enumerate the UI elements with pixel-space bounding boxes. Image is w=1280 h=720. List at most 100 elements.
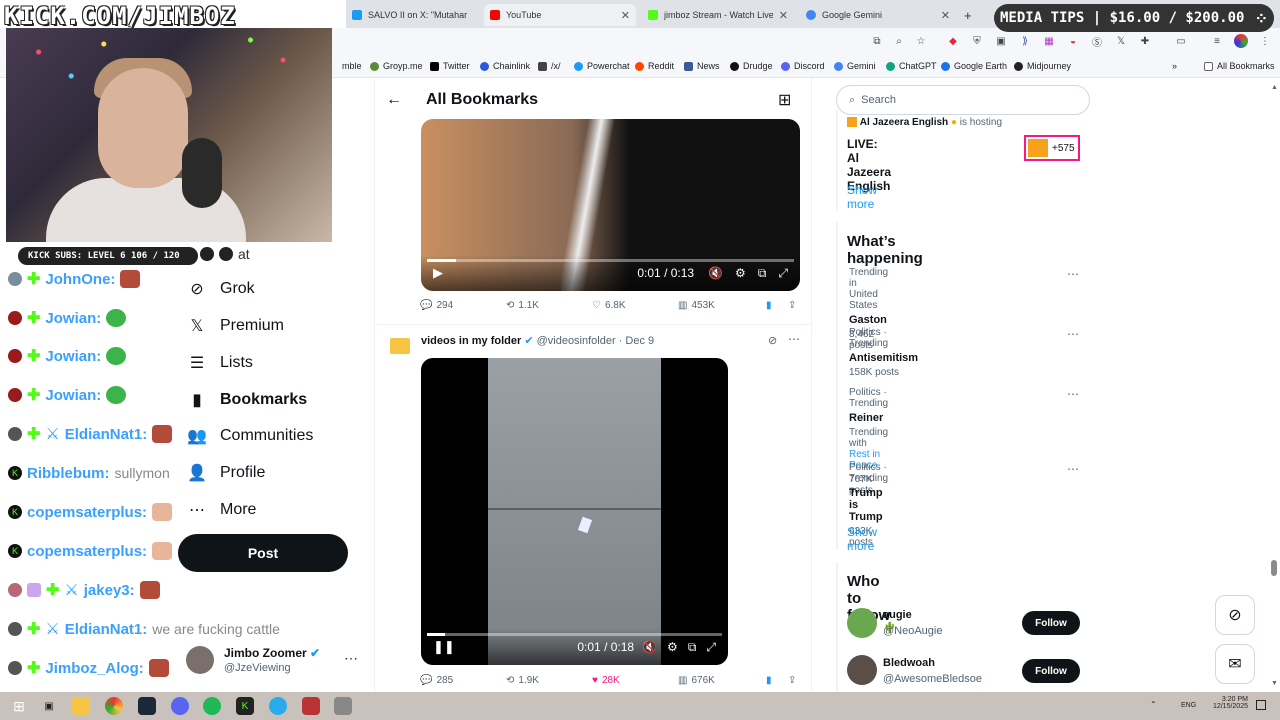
extension-icon[interactable]: ▣ xyxy=(994,34,1008,48)
avatar[interactable] xyxy=(847,655,877,685)
settings-icon[interactable]: ⚙ xyxy=(735,266,746,280)
kebab-menu-icon[interactable]: ⋯ xyxy=(344,650,358,667)
share-icon[interactable]: ⇪ xyxy=(788,300,796,311)
scrollbar-thumb[interactable] xyxy=(1271,560,1277,576)
like-button[interactable]: ♡ 6.8K xyxy=(592,300,626,311)
author-name[interactable]: videos in my folder xyxy=(421,335,521,347)
bookmark-button[interactable]: ▮ xyxy=(766,300,772,311)
zoom-icon[interactable]: ⌕ xyxy=(892,34,906,48)
chrome-icon[interactable] xyxy=(105,697,123,715)
live-host[interactable]: Al Jazeera English xyxy=(860,117,948,128)
install-icon[interactable]: ⧉ xyxy=(870,34,884,48)
telegram-icon[interactable] xyxy=(269,697,287,715)
nav-more[interactable]: ⋯ More xyxy=(188,495,256,525)
extension-icon[interactable]: ◒ xyxy=(1066,34,1080,48)
bookmark-item[interactable]: News xyxy=(684,61,720,71)
trend-options-icon[interactable]: ⋯ xyxy=(1067,327,1079,341)
nav-profile[interactable]: 👤 Profile xyxy=(187,458,265,488)
mute-icon[interactable]: 🔇 xyxy=(708,266,723,280)
show-more-link[interactable]: Show more xyxy=(847,183,877,211)
pip-icon[interactable]: ⧉ xyxy=(688,640,697,655)
menu-lines-icon[interactable]: ≡ xyxy=(1210,34,1224,48)
listener-count[interactable]: +575 xyxy=(1024,135,1080,161)
play-icon[interactable]: ▶ xyxy=(433,265,443,281)
steam-icon[interactable] xyxy=(138,697,156,715)
bookmark-item[interactable]: Chainlink xyxy=(480,61,530,71)
close-tab-icon[interactable]: ✕ xyxy=(941,9,950,22)
task-view-icon[interactable]: ▣ xyxy=(40,697,58,715)
search-input[interactable]: Search xyxy=(861,94,896,106)
fullscreen-icon[interactable]: ⤢ xyxy=(706,640,716,655)
folder-avatar-icon[interactable] xyxy=(390,338,410,354)
post-button[interactable]: Post xyxy=(178,534,348,572)
extension-icon[interactable]: ▦ xyxy=(1042,34,1056,48)
bookmark-item[interactable]: Reddit xyxy=(635,61,674,71)
sidebar-icon[interactable]: ▭ xyxy=(1174,34,1188,48)
bookmarks-overflow-icon[interactable]: » xyxy=(1172,61,1177,71)
back-arrow-icon[interactable]: ← xyxy=(386,91,402,109)
bookmark-item[interactable]: Groyp.me xyxy=(370,61,423,71)
reply-button[interactable]: 💬 294 xyxy=(420,300,453,311)
bookmark-item[interactable]: Gemini xyxy=(834,61,876,71)
new-tab-button[interactable]: + xyxy=(958,4,978,26)
video-progress-bar[interactable] xyxy=(427,633,722,636)
bookmark-item[interactable]: Powerchat xyxy=(574,61,630,71)
trend-item[interactable]: Politics · Trending Antisemitism 158K post… xyxy=(849,327,918,378)
bookmark-item[interactable]: Drudge xyxy=(730,61,773,71)
repost-button[interactable]: ⟲ 1.9K xyxy=(506,675,539,686)
fullscreen-icon[interactable]: ⤢ xyxy=(778,266,788,281)
nav-premium[interactable]: 𝕏 Premium xyxy=(188,311,284,341)
bookmark-item[interactable]: Twitter xyxy=(430,61,470,71)
settings-icon[interactable]: ⚙ xyxy=(667,640,678,654)
windows-start-icon[interactable]: ⊞ xyxy=(10,697,28,715)
nav-grok[interactable]: ⊘ Grok xyxy=(188,274,254,304)
nav-bookmarks[interactable]: ▮ Bookmarks xyxy=(188,385,308,415)
tab-kick[interactable]: jimboz Stream - Watch Live on ✕ xyxy=(642,4,794,26)
app-icon[interactable] xyxy=(334,697,352,715)
tab-youtube[interactable]: YouTube ✕ xyxy=(484,4,636,26)
reply-button[interactable]: 💬 285 xyxy=(420,675,453,686)
avatar-icon[interactable] xyxy=(1234,34,1248,48)
nav-lists[interactable]: ☰ Lists xyxy=(188,348,253,378)
trend-options-icon[interactable]: ⋯ xyxy=(1067,387,1079,401)
puzzle-icon[interactable]: ✚ xyxy=(1138,34,1152,48)
bookmark-item[interactable]: ChatGPT xyxy=(886,61,937,71)
scrollbar[interactable]: ▲ ▼ xyxy=(1270,84,1278,690)
mute-icon[interactable]: 🔇 xyxy=(642,640,657,654)
bookmark-item[interactable]: Midjourney xyxy=(1014,61,1071,71)
tab-gemini[interactable]: Google Gemini ✕ xyxy=(800,4,956,26)
extension-icon[interactable]: ◆ xyxy=(946,34,960,48)
nav-communities[interactable]: 👥 Communities xyxy=(187,421,313,451)
bookmark-item[interactable]: Discord xyxy=(781,61,825,71)
like-button[interactable]: ♥ 28K xyxy=(592,675,620,686)
kick-app-icon[interactable]: K xyxy=(236,697,254,715)
more-options-icon[interactable]: ⋯ xyxy=(788,332,800,346)
author-handle[interactable]: @videosinfolder xyxy=(537,335,616,347)
views-button[interactable]: ▥ 676K xyxy=(678,675,715,686)
discord-icon[interactable] xyxy=(171,697,189,715)
notifications-icon[interactable] xyxy=(1256,700,1266,710)
messages-fab-icon[interactable]: ✉ xyxy=(1215,644,1255,684)
bookmark-item[interactable]: mble xyxy=(342,61,362,71)
close-tab-icon[interactable]: ✕ xyxy=(779,9,788,22)
video-player-2[interactable]: ❚❚ 0:01 / 0:18 🔇 ⚙ ⧉ ⤢ xyxy=(421,358,728,665)
show-more-link[interactable]: Show more xyxy=(847,525,877,553)
grok-fab-icon[interactable]: ⊘ xyxy=(1215,595,1255,635)
trend-options-icon[interactable]: ⋯ xyxy=(1067,267,1079,281)
extension-icon[interactable]: Ⓢ xyxy=(1090,34,1104,49)
account-switcher[interactable]: Jimbo Zoomer ✔ @JzeViewing ⋯ xyxy=(186,644,366,680)
avatar[interactable] xyxy=(847,608,877,638)
video-player-1[interactable]: ▶ 0:01 / 0:13 🔇 ⚙ ⧉ ⤢ xyxy=(421,119,800,291)
follow-name[interactable]: Bledwoah xyxy=(883,657,935,669)
pause-icon[interactable]: ❚❚ xyxy=(433,639,455,655)
shield-icon[interactable]: ⛨ xyxy=(970,34,984,48)
repost-button[interactable]: ⟲ 1.1K xyxy=(506,300,539,311)
bookmark-button[interactable]: ▮ xyxy=(766,675,772,686)
language-indicator[interactable]: ENG xyxy=(1181,702,1196,709)
follow-button[interactable]: Follow xyxy=(1022,659,1080,683)
clock[interactable]: 3:20 PM 12/15/2025 xyxy=(1206,696,1248,710)
x-extension-icon[interactable]: 𝕏 xyxy=(1114,34,1128,48)
pip-icon[interactable]: ⧉ xyxy=(758,266,767,281)
close-tab-icon[interactable]: ✕ xyxy=(621,9,630,22)
star-icon[interactable]: ☆ xyxy=(914,34,928,48)
